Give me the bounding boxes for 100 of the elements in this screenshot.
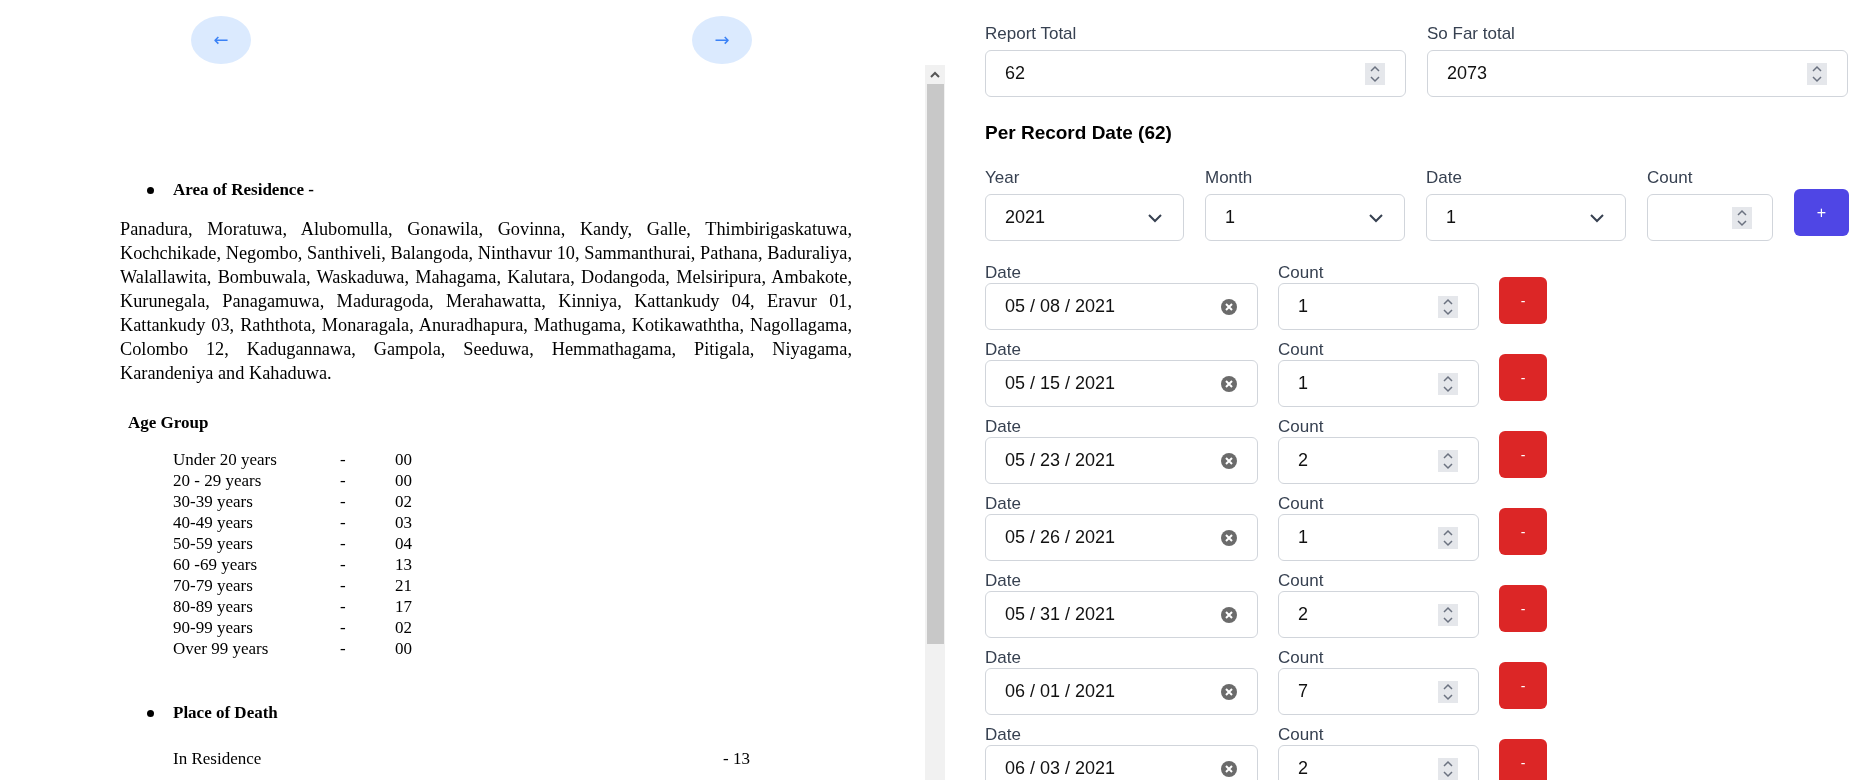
- date-field[interactable]: 05 / 23 / 2021: [985, 437, 1258, 484]
- field-label: Report Total: [985, 23, 1078, 45]
- clear-icon[interactable]: [1221, 683, 1237, 700]
- section-heading: Area of Residence -: [173, 180, 314, 200]
- select-field[interactable]: 1: [1426, 194, 1626, 241]
- field-label: Date: [1426, 167, 1463, 189]
- field-label: Count: [1278, 571, 1325, 591]
- dash: -: [340, 512, 347, 533]
- age-label: 70-79 years: [173, 575, 254, 596]
- clear-icon[interactable]: [1221, 760, 1237, 777]
- date-field[interactable]: 06 / 01 / 2021: [985, 668, 1258, 715]
- spinner-icon[interactable]: [1807, 62, 1827, 85]
- clear-icon[interactable]: [1221, 298, 1237, 315]
- date-field[interactable]: 05 / 08 / 2021: [985, 283, 1258, 330]
- number-field[interactable]: [1647, 194, 1773, 241]
- section-heading: Place of Death: [173, 703, 278, 723]
- spinner-icon[interactable]: [1438, 603, 1458, 626]
- age-count: 21: [395, 575, 412, 596]
- remove-button[interactable]: -: [1499, 739, 1547, 780]
- number-field[interactable]: 2073: [1427, 50, 1848, 97]
- field-label: Count: [1278, 725, 1325, 745]
- select-field[interactable]: 2021: [985, 194, 1184, 241]
- place-count: - 13: [723, 748, 750, 769]
- age-label: 90-99 years: [173, 617, 254, 638]
- age-count: 00: [395, 470, 412, 491]
- dash: -: [340, 554, 347, 575]
- dash: -: [340, 617, 347, 638]
- field-label: Count: [1278, 648, 1325, 668]
- remove-button[interactable]: -: [1499, 277, 1547, 324]
- age-label: 80-89 years: [173, 596, 254, 617]
- age-count: 17: [395, 596, 412, 617]
- clear-icon[interactable]: [1221, 606, 1237, 623]
- field-label: Count: [1278, 340, 1325, 360]
- scrollbar[interactable]: [925, 65, 945, 780]
- number-field[interactable]: 1: [1278, 360, 1479, 407]
- remove-button[interactable]: -: [1499, 585, 1547, 632]
- chevron-down-icon: [1368, 212, 1384, 223]
- residence-paragraph: Panadura, Moratuwa, Alubomulla, Gonawila, Govinna, Kandy, Galle, Thimbirigaskatuwa, Kochchikade, Negombo, Santhiveli, Balangoda, Ninthavur 10, Sammanthurai, Pathana, Baduraliya, Walallawita, Bombuwala, Waskaduwa, Mahagama, Kalutara, Dodangoda, Melsiripura, Ambakote, Kurunegala, Panagamuwa, Maduragoda, Merahawatta, Kinniya, Kattankudy 04, Eravur 01, Kattankudy 03, Raththota, Monaragala, Anuradhapura, Mathugama, Kotikawaththa, Nagollagama, Colombo 12, Kadugannawa, Gampola, Seeduwa, Hemmathagama, Pitigala, Niyagama, Karandeniya and Kahaduwa.: [120, 218, 852, 385]
- age-count: 00: [395, 638, 412, 659]
- number-field[interactable]: 2: [1278, 437, 1479, 484]
- remove-button[interactable]: -: [1499, 354, 1547, 401]
- number-field[interactable]: 1: [1278, 283, 1479, 330]
- age-label: Under 20 years: [173, 449, 278, 470]
- section-title: Per Record Date (62): [985, 121, 1173, 145]
- field-label: Count: [1278, 494, 1325, 514]
- select-field[interactable]: 1: [1205, 194, 1405, 241]
- clear-icon[interactable]: [1221, 529, 1237, 546]
- spinner-icon[interactable]: [1365, 62, 1385, 85]
- age-label: 60 -69 years: [173, 554, 259, 575]
- remove-button[interactable]: -: [1499, 508, 1547, 555]
- number-field[interactable]: 2: [1278, 591, 1479, 638]
- field-label: Count: [1647, 167, 1694, 189]
- field-label: Count: [1278, 263, 1325, 283]
- field-label: Date: [985, 417, 1022, 437]
- spinner-icon[interactable]: [1438, 372, 1458, 395]
- field-label: Year: [985, 167, 1021, 189]
- bullet-icon: [147, 709, 154, 717]
- date-field[interactable]: 05 / 26 / 2021: [985, 514, 1258, 561]
- number-field[interactable]: 1: [1278, 514, 1479, 561]
- date-field[interactable]: 05 / 15 / 2021: [985, 360, 1258, 407]
- place-label: In Residence: [173, 748, 262, 769]
- age-count: 04: [395, 533, 412, 554]
- scroll-up-icon[interactable]: [930, 71, 940, 79]
- spinner-icon[interactable]: [1438, 526, 1458, 549]
- age-label: Over 99 years: [173, 638, 270, 659]
- field-label: Date: [985, 571, 1022, 591]
- dash: -: [340, 575, 347, 596]
- spinner-icon[interactable]: [1438, 295, 1458, 318]
- age-label: 30-39 years: [173, 491, 254, 512]
- age-count: 13: [395, 554, 412, 575]
- age-label: 20 - 29 years: [173, 470, 263, 491]
- field-label: Count: [1278, 417, 1325, 437]
- remove-button[interactable]: -: [1499, 431, 1547, 478]
- scrollbar-thumb[interactable]: [926, 84, 944, 644]
- number-field[interactable]: 62: [985, 50, 1406, 97]
- age-label: 40-49 years: [173, 512, 254, 533]
- clear-icon[interactable]: [1221, 375, 1237, 392]
- clear-icon[interactable]: [1221, 452, 1237, 469]
- spinner-icon[interactable]: [1438, 449, 1458, 472]
- spinner-icon[interactable]: [1438, 757, 1458, 780]
- remove-button[interactable]: -: [1499, 662, 1547, 709]
- number-field[interactable]: 2: [1278, 745, 1479, 780]
- date-field[interactable]: 06 / 03 / 2021: [985, 745, 1258, 780]
- field-label: Month: [1205, 167, 1254, 189]
- chevron-down-icon: [1589, 212, 1605, 223]
- age-count: 02: [395, 491, 412, 512]
- dash: -: [340, 449, 347, 470]
- date-field[interactable]: 05 / 31 / 2021: [985, 591, 1258, 638]
- spinner-icon[interactable]: [1438, 680, 1458, 703]
- add-button[interactable]: +: [1794, 189, 1849, 236]
- section-heading: Age Group: [128, 412, 210, 434]
- field-label: Date: [985, 340, 1022, 360]
- age-count: 00: [395, 449, 412, 470]
- spinner-icon[interactable]: [1732, 206, 1752, 229]
- dash: -: [340, 491, 347, 512]
- number-field[interactable]: 7: [1278, 668, 1479, 715]
- chevron-down-icon: [1147, 212, 1163, 223]
- field-label: Date: [985, 648, 1022, 668]
- field-label: Date: [985, 263, 1022, 283]
- bullet-icon: [147, 186, 154, 194]
